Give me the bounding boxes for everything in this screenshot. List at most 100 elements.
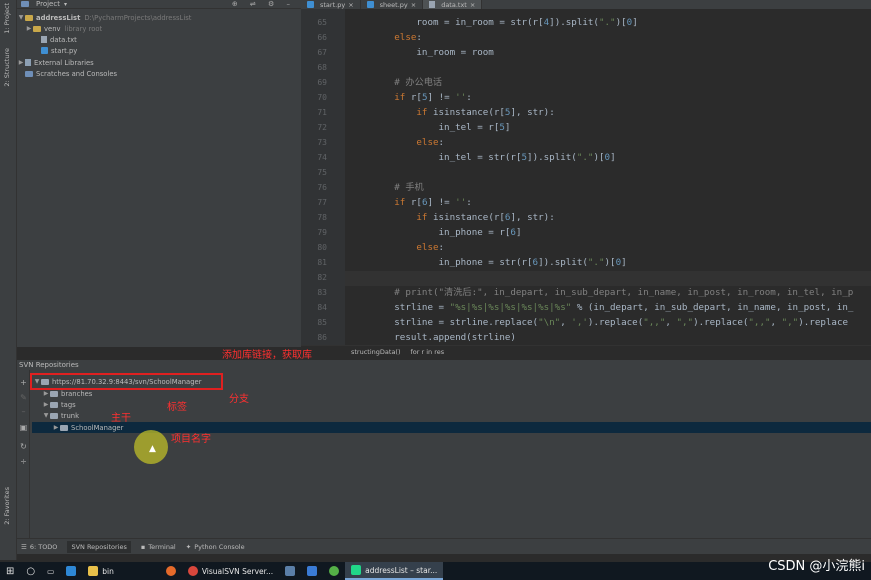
tab-python-console[interactable]: ✦ Python Console — [186, 543, 245, 551]
taskbar-bin[interactable]: bin — [82, 562, 120, 580]
windows-taskbar: ⊞ ○ ▭ bin VisualSVN Server... addressLis… — [0, 562, 871, 580]
tab-start-py[interactable]: start.py × — [301, 0, 361, 9]
line-number: 76 — [317, 183, 327, 192]
watermark: CSDN @小浣熊i — [768, 559, 865, 574]
line-number: 77 — [317, 198, 327, 207]
scratches-icon — [25, 70, 33, 77]
collapse-arrow-icon[interactable]: ▶ — [17, 59, 25, 66]
expand-arrow-icon[interactable]: ▼ — [42, 412, 50, 419]
python-file-icon — [366, 1, 374, 8]
list-icon: ☰ — [21, 542, 27, 551]
edge-icon — [66, 566, 77, 576]
code-line[interactable]: in_tel = str(r[5]).split(".")[0] — [350, 150, 616, 165]
line-number: 75 — [317, 168, 327, 177]
breadcrumb-loop[interactable]: for r in res — [411, 348, 445, 356]
code-line[interactable]: in_room = room — [350, 45, 493, 60]
code-line[interactable]: strline = "%s|%s|%s|%s|%s|%s|%s" % (in_d… — [350, 300, 853, 315]
code-line[interactable]: strline = strline.replace("\n", ',').rep… — [350, 315, 848, 330]
line-number: 65 — [317, 18, 327, 27]
code-line[interactable]: if isinstance(r[6], str): — [350, 210, 554, 225]
tab-data-txt[interactable]: data.txt × — [423, 0, 483, 9]
code-line[interactable]: # print("清洗后:", in_depart, in_sub_depart… — [350, 285, 853, 300]
collapse-arrow-icon[interactable]: ▶ — [42, 401, 50, 408]
collapse-arrow-icon[interactable]: ▶ — [52, 424, 60, 431]
close-icon[interactable]: × — [348, 1, 353, 9]
chrome-icon — [187, 566, 198, 576]
line-number: 82 — [317, 273, 327, 282]
breadcrumb: structingData() for r in res — [301, 345, 871, 358]
app-button-green[interactable] — [323, 562, 345, 580]
close-icon[interactable]: × — [470, 1, 475, 9]
search-icon: ○ — [26, 565, 36, 577]
annotation-tag: 标签 — [167, 402, 187, 413]
code-line[interactable]: in_phone = str(r[6]).split(".")[0] — [350, 255, 627, 270]
taskbar-visualsvn[interactable]: VisualSVN Server... — [182, 562, 279, 580]
taskbar-pycharm[interactable]: addressList – star... — [345, 562, 444, 580]
firefox-button[interactable] — [160, 562, 182, 580]
collapse-arrow-icon[interactable]: ▶ — [25, 25, 33, 32]
panel-actions[interactable]: ⊕ ⇌ ⚙ – — [232, 0, 295, 8]
taskview-button[interactable]: ▭ — [41, 562, 60, 580]
remove-icon[interactable]: – — [19, 407, 28, 416]
folder-icon — [50, 412, 58, 419]
refresh-icon[interactable]: ↻ — [19, 442, 28, 451]
code-line[interactable]: in_phone = r[6] — [350, 225, 522, 240]
svn-item-tags[interactable]: ▶ tags — [42, 399, 76, 410]
line-number: 72 — [317, 123, 327, 132]
python-icon: ✦ — [185, 542, 192, 551]
start-button[interactable]: ⊞ — [0, 562, 20, 580]
windows-icon: ⊞ — [6, 565, 15, 577]
tree-item-venv[interactable]: ▶ venv library root — [25, 23, 103, 34]
code-line[interactable]: if r[5] != '': — [350, 90, 472, 105]
library-icon — [25, 59, 31, 66]
add-icon[interactable]: + — [19, 378, 28, 387]
project-tool-tab[interactable]: 1: Project — [3, 3, 11, 34]
code-line[interactable]: # 办公电话 — [350, 75, 442, 90]
search-button[interactable]: ○ — [20, 562, 41, 580]
chevron-down-icon[interactable]: ▾ — [64, 1, 67, 8]
tree-item-start-py[interactable]: start.py — [41, 45, 77, 56]
terminal-icon: ▪ — [140, 542, 146, 551]
code-line[interactable]: result.append(strline) — [350, 330, 516, 345]
annotation-box — [30, 373, 223, 390]
line-number: 79 — [317, 228, 327, 237]
code-line[interactable]: if isinstance(r[5], str): — [350, 105, 554, 120]
svn-item-trunk[interactable]: ▼ trunk — [42, 410, 79, 421]
annotation-branch: 分支 — [229, 394, 249, 405]
collapse-arrow-icon[interactable]: ▶ — [42, 390, 50, 397]
tab-sheet-py[interactable]: sheet.py × — [361, 0, 424, 9]
code-line[interactable]: room = in_room = str(r[4]).split(".")[0] — [350, 15, 637, 30]
tree-item-addresslist[interactable]: ▼ addressList D:\PycharmProjects\address… — [17, 12, 192, 23]
expand-arrow-icon[interactable]: ▼ — [17, 14, 25, 21]
favorites-tool-tab[interactable]: 2: Favorites — [3, 487, 11, 525]
folder-icon — [88, 566, 99, 576]
code-line[interactable]: in_tel = r[5] — [350, 120, 511, 135]
tab-todo[interactable]: ☰ 6: TODO — [21, 543, 57, 551]
line-number: 74 — [317, 153, 327, 162]
code-line[interactable]: else: — [350, 240, 444, 255]
taskview-icon: ▭ — [47, 566, 55, 576]
line-number: 86 — [317, 333, 327, 342]
tree-item-data-txt[interactable]: data.txt — [41, 34, 77, 45]
code-line[interactable]: else: — [350, 30, 422, 45]
tree-item-scratches[interactable]: Scratches and Consoles — [25, 68, 117, 79]
project-panel-header: Project ▾ ⊕ ⇌ ⚙ – — [17, 0, 301, 9]
edge-button[interactable] — [60, 562, 82, 580]
structure-tool-tab[interactable]: 2: Structure — [3, 48, 11, 87]
code-line[interactable]: # 手机 — [350, 180, 423, 195]
app-button-blue[interactable] — [301, 562, 323, 580]
calculator-button[interactable] — [279, 562, 301, 580]
tab-terminal[interactable]: ▪ Terminal — [141, 543, 176, 551]
browse-icon[interactable]: ▣ — [19, 423, 28, 432]
breadcrumb-function[interactable]: structingData() — [351, 348, 401, 356]
line-number: 68 — [317, 63, 327, 72]
code-line[interactable]: else: — [350, 135, 444, 150]
tab-svn-repositories[interactable]: SVN Repositories — [67, 540, 131, 553]
project-panel-title[interactable]: Project — [36, 0, 60, 8]
tree-item-external-libraries[interactable]: ▶ External Libraries — [17, 57, 94, 68]
code-line[interactable]: if r[6] != '': — [350, 195, 472, 210]
close-icon[interactable]: × — [411, 1, 416, 9]
collapse-all-icon[interactable]: ÷ — [19, 457, 28, 466]
line-number: 85 — [317, 318, 327, 327]
edit-icon[interactable]: ✎ — [19, 393, 28, 402]
